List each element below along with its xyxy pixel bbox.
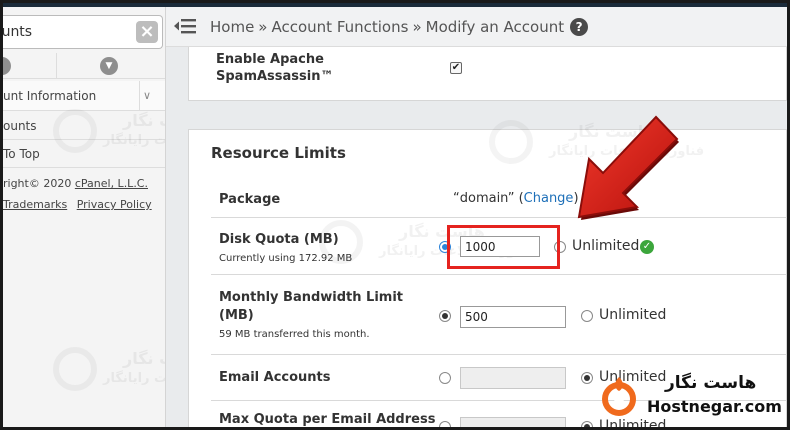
max-quota-unlimited-radio[interactable] [581,421,593,427]
max-quota-email-label: Max Quota per Email Address [219,412,436,427]
watermark-text: هاست نگار [123,349,165,368]
disk-quota-usage: Currently using 172.92 MB [219,253,353,264]
watermark-logo-icon [53,109,97,153]
sidebar-item-label: To Top [3,147,40,161]
sidebar-item-label: ounts [3,119,37,133]
bandwidth-input[interactable] [460,306,566,328]
menu-collapse-icon[interactable] [174,18,196,34]
divider [56,53,57,79]
sidebar: × ▼ unt Information ∨ ounts To Top right… [3,7,166,427]
disk-quota-unlimited-label: Unlimited [572,238,640,254]
bandwidth-custom-radio[interactable] [439,310,451,322]
expand-down-icon[interactable]: ▼ [100,57,118,75]
spamassassin-label: Enable Apache SpamAssassin™ [216,51,333,85]
email-accounts-input[interactable] [460,367,566,389]
sidebar-search: × [3,15,163,49]
spamassassin-panel: Enable Apache SpamAssassin™ ✔ [188,47,787,101]
bandwidth-usage: 59 MB transferred this month. [219,329,370,340]
hostnegar-logo: هاست نگار Hostnegar.com [599,369,787,427]
label-line: (MB) [219,308,254,323]
page-title: Modify an Account [425,18,565,36]
breadcrumb-separator: » [412,18,422,36]
breadcrumb-separator: » [258,18,268,36]
bandwidth-unlimited-radio[interactable] [581,310,593,322]
label-line: SpamAssassin™ [216,69,334,84]
trademarks-link[interactable]: Trademarks [3,198,67,211]
bandwidth-row: Monthly Bandwidth Limit (MB) 59 MB trans… [211,275,787,355]
watermark-logo-icon [53,347,97,391]
watermark-logo-icon [489,120,533,164]
email-accounts-label: Email Accounts [219,370,331,385]
package-label: Package [219,192,281,207]
breadcrumb: Home» Account Functions» Modify an Account… [210,18,589,36]
divider [3,167,165,168]
privacy-policy-link[interactable]: Privacy Policy [77,198,152,211]
check-circle-icon: ✓ [640,240,654,254]
sidebar-controls: ▼ [3,53,165,79]
hostnegar-logo-icon [602,377,636,416]
spamassassin-checkbox[interactable]: ✔ [450,62,462,74]
disk-quota-label: Disk Quota (MB) [219,232,339,247]
logo-persian-text: هاست نگار [665,373,757,393]
watermark-text: فناوری اطلاعات رایانگار [103,371,166,386]
resource-limits-title: Resource Limits [211,144,346,162]
collapse-circle-icon[interactable] [3,57,11,75]
bandwidth-label: Monthly Bandwidth Limit (MB) [219,289,403,325]
help-icon[interactable]: ? [570,18,589,36]
watermark-text: هاست نگار [123,111,165,130]
breadcrumb-bar: Home» Account Functions» Modify an Account… [166,7,787,47]
search-input[interactable] [3,16,123,48]
package-row: Package “domain” (Change) [211,182,787,218]
footer-links: Trademarks Privacy Policy [3,198,152,211]
email-accounts-unlimited-radio[interactable] [581,372,593,384]
cpanel-link[interactable]: cPanel, L.L.C. [75,177,148,190]
watermark-text: فناوری اطلاعات رایانگار [103,133,166,148]
bandwidth-unlimited-label: Unlimited [599,307,667,323]
disk-quota-highlight-box [447,225,560,269]
breadcrumb-account-functions[interactable]: Account Functions [271,18,408,36]
chevron-down-icon[interactable]: ∨ [143,81,151,111]
label-line: Enable Apache [216,52,324,67]
label-line: Monthly Bandwidth Limit [219,290,404,305]
divider [139,81,140,111]
max-quota-custom-radio[interactable] [439,421,451,427]
max-quota-input[interactable] [460,417,566,427]
copyright-text: right© 2020 [3,177,75,190]
red-arrow-icon [577,115,679,220]
clear-search-icon[interactable]: × [136,21,158,43]
app-frame: × ▼ unt Information ∨ ounts To Top right… [3,3,787,427]
package-name: “domain” ( [453,191,524,206]
email-accounts-custom-radio[interactable] [439,372,451,384]
copyright: right© 2020 cPanel, L.L.C. [3,177,148,190]
breadcrumb-home[interactable]: Home [210,18,254,36]
sidebar-item-account-information[interactable]: unt Information ∨ [3,81,165,111]
sidebar-item-label: unt Information [3,89,97,103]
logo-english-text: Hostnegar.com [647,397,782,416]
